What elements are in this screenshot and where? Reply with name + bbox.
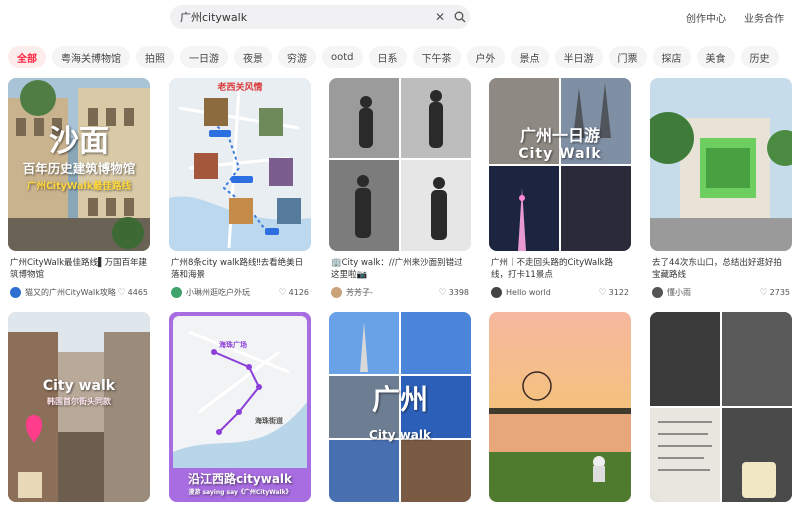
author-name[interactable]: Hello world [506, 288, 599, 297]
tab-outdoor[interactable]: 户外 [466, 46, 505, 68]
note-feed: 沙面 百年历史建筑博物馆 广州CityWalk最佳路线 广州CityWalk最佳… [8, 78, 794, 507]
author-name[interactable]: 小琳州逛吃户外玩 [186, 287, 279, 298]
tab-ootd[interactable]: ootd [322, 46, 363, 68]
tab-day-trip[interactable]: 一日游 [180, 46, 228, 68]
tab-explore-shops[interactable]: 探店 [652, 46, 691, 68]
tab-scenic[interactable]: 景点 [510, 46, 549, 68]
tab-food[interactable]: 美食 [696, 46, 735, 68]
note-card[interactable]: 老西关风情 广州8条city walk路线‼去看绝美日落和海景 小琳州逛吃户外玩… [169, 78, 311, 298]
note-title[interactable]: 广州CityWalk最佳路线▌万国百年建筑博物馆 [8, 257, 150, 281]
author-name[interactable]: 猫又的广州CityWalk攻略 [25, 287, 118, 298]
tab-all[interactable]: 全部 [8, 46, 46, 68]
search-icon[interactable] [450, 7, 470, 27]
tab-afternoon-tea[interactable]: 下午茶 [412, 46, 461, 68]
avatar[interactable] [331, 287, 342, 298]
tab-half-day[interactable]: 半日游 [554, 46, 603, 68]
note-title[interactable]: 广州8条city walk路线‼去看绝美日落和海景 [169, 257, 311, 281]
heart-icon[interactable]: ♡ [439, 288, 447, 298]
note-cover-image[interactable]: 老西关风情 [169, 78, 311, 251]
note-card[interactable]: 广州一日游 City Walk 广州｜不走回头路的CityWalk路线，打卡11… [489, 78, 631, 298]
like-count: 4465 [127, 288, 148, 297]
note-title[interactable]: 去了44次东山口，总结出好逛好拍宝藏路线 [650, 257, 792, 281]
like-count: 3122 [608, 288, 629, 297]
business-link[interactable]: 业务合作 [744, 10, 784, 25]
tab-photo[interactable]: 拍照 [136, 46, 174, 68]
clear-icon[interactable]: ✕ [430, 7, 450, 27]
note-cover-image[interactable]: City walk 韩国首尔街头同款 [8, 312, 150, 502]
note-card[interactable] [489, 312, 631, 502]
author-name[interactable]: 芳芳子- [346, 287, 439, 298]
author-name[interactable]: 懂小雨 [667, 287, 760, 298]
note-card[interactable]: 海珠广场 海珠街道 沿江西路citywalk 漫游 saying say《广州C… [169, 312, 311, 502]
note-cover-image[interactable]: 广州 City walk [329, 312, 471, 502]
channel-tabs: 全部 粤海关博物馆 拍照 一日游 夜景 穷游 ootd 日系 下午茶 户外 景点… [8, 46, 798, 68]
heart-icon[interactable]: ♡ [599, 288, 607, 298]
note-cover-image[interactable]: 沙面 百年历史建筑博物馆 广州CityWalk最佳路线 [8, 78, 150, 251]
search-bar[interactable]: 广州citywalk ✕ [170, 5, 470, 29]
tab-night-view[interactable]: 夜景 [234, 46, 272, 68]
note-card[interactable]: 去了44次东山口，总结出好逛好拍宝藏路线 懂小雨 ♡ 2735 [650, 78, 792, 298]
top-bar: 广州citywalk ✕ 创作中心 业务合作 [0, 0, 800, 36]
note-title[interactable]: 🏢City walk：//广州来沙面别错过这里啦📷 [329, 257, 471, 281]
note-cover-image[interactable] [650, 312, 792, 502]
heart-icon[interactable]: ♡ [118, 288, 126, 298]
note-cover-image[interactable]: 海珠广场 海珠街道 沿江西路citywalk 漫游 saying say《广州C… [169, 312, 311, 502]
note-card[interactable] [650, 312, 792, 502]
heart-icon[interactable]: ♡ [279, 288, 287, 298]
avatar[interactable] [171, 287, 182, 298]
search-input[interactable]: 广州citywalk [180, 9, 430, 25]
like-count: 4126 [288, 288, 309, 297]
tab-history[interactable]: 历史 [740, 46, 779, 68]
tab-tickets[interactable]: 门票 [608, 46, 647, 68]
like-count: 2735 [769, 288, 790, 297]
avatar[interactable] [491, 287, 502, 298]
avatar[interactable] [652, 287, 663, 298]
note-cover-image[interactable]: 广州一日游 City Walk [489, 78, 631, 251]
note-cover-image[interactable] [329, 78, 471, 251]
note-card[interactable]: City walk 韩国首尔街头同款 [8, 312, 150, 502]
tab-customs-museum[interactable]: 粤海关博物馆 [52, 46, 130, 68]
note-cover-image[interactable] [489, 312, 631, 502]
creator-center-link[interactable]: 创作中心 [686, 10, 726, 25]
note-card[interactable]: 🏢City walk：//广州来沙面别错过这里啦📷 芳芳子- ♡ 3398 [329, 78, 471, 298]
tab-japanese[interactable]: 日系 [368, 46, 407, 68]
heart-icon[interactable]: ♡ [760, 288, 768, 298]
note-card[interactable]: 沙面 百年历史建筑博物馆 广州CityWalk最佳路线 广州CityWalk最佳… [8, 78, 150, 298]
like-count: 3398 [448, 288, 469, 297]
note-card[interactable]: 广州 City walk [329, 312, 471, 502]
note-title[interactable]: 广州｜不走回头路的CityWalk路线，打卡11景点 [489, 257, 631, 281]
avatar[interactable] [10, 287, 21, 298]
tab-budget[interactable]: 穷游 [278, 46, 316, 68]
note-cover-image[interactable] [650, 78, 792, 251]
